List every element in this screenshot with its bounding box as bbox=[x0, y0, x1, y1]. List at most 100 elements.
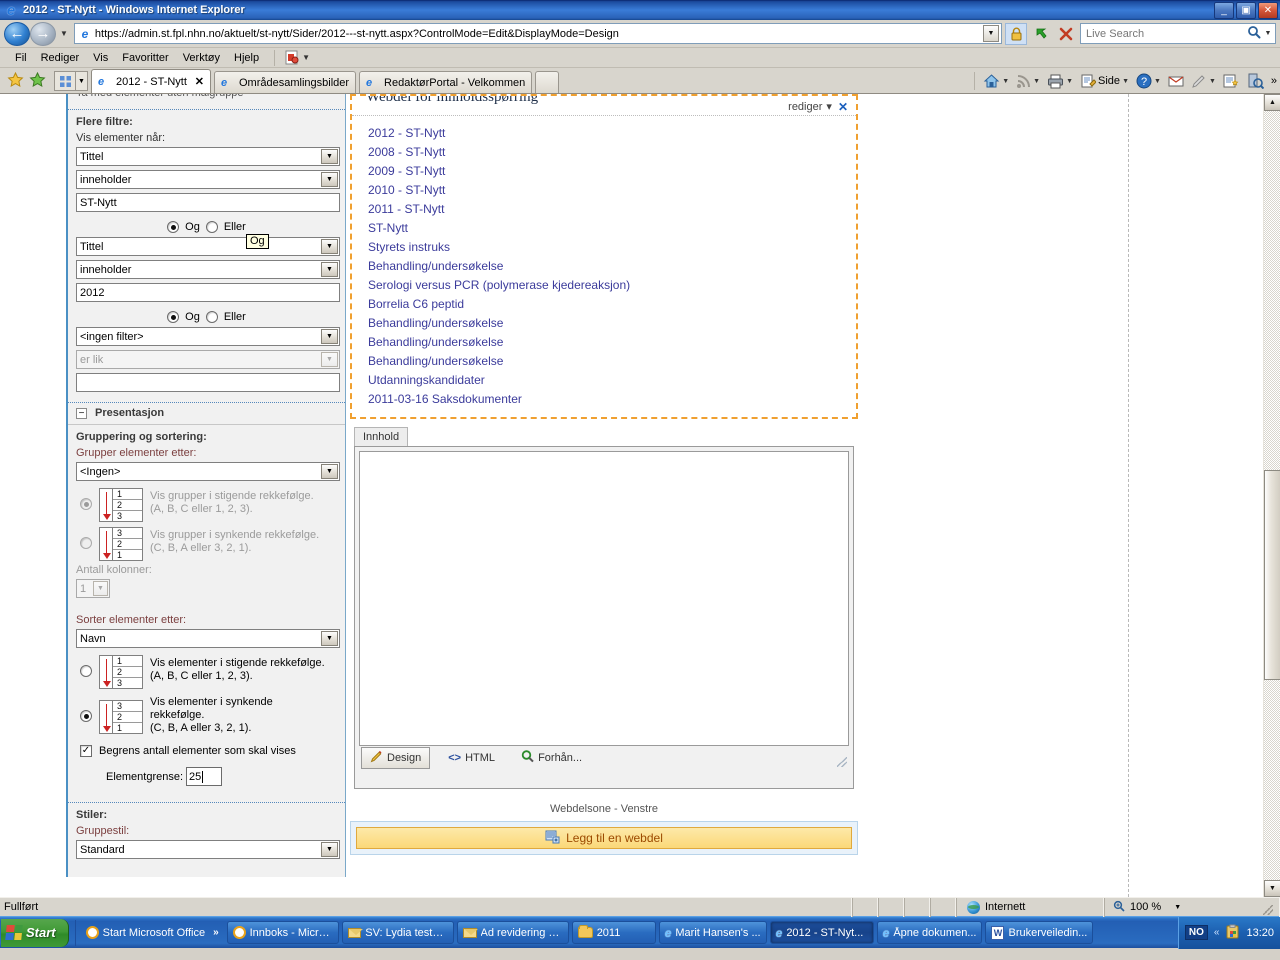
filter-3-field-select[interactable]: <ingen filter> ▼ bbox=[76, 327, 340, 346]
list-item[interactable]: 2008 - ST-Nytt bbox=[368, 143, 856, 162]
sort-order-ascending-option[interactable]: 1 2 3 Vis elementer i stigende rekkefølg… bbox=[68, 652, 345, 691]
sort-ascending-radio[interactable] bbox=[80, 665, 92, 677]
tab-redaktorportal[interactable]: e RedaktørPortal - Velkommen bbox=[359, 71, 533, 93]
menu-item-vis[interactable]: Vis bbox=[86, 50, 115, 66]
chevron-down-icon[interactable]: ▼ bbox=[321, 149, 338, 164]
chevron-down-icon[interactable]: ▼ bbox=[321, 842, 338, 857]
conjunction-1-and-radio[interactable] bbox=[167, 221, 180, 233]
filter-2-field-select[interactable]: Tittel ▼ bbox=[76, 237, 340, 256]
pdf-toolbar-icon[interactable] bbox=[283, 50, 301, 66]
chevron-down-icon[interactable]: ▼ bbox=[321, 172, 338, 187]
start-button[interactable]: Start bbox=[1, 918, 69, 947]
list-item[interactable]: Behandling/undersøkelse bbox=[368, 333, 856, 352]
menu-item-rediger[interactable]: Rediger bbox=[34, 50, 87, 66]
quick-launch-office-item[interactable]: Start Microsoft Office bbox=[82, 924, 210, 941]
editor-html-tab[interactable]: <> HTML bbox=[440, 750, 503, 766]
search-input[interactable]: Live Search bbox=[1083, 28, 1245, 40]
list-item[interactable]: 2012 - ST-Nytt bbox=[368, 124, 856, 143]
restore-button[interactable]: ▣ bbox=[1236, 1, 1256, 19]
mail-button[interactable] bbox=[1165, 73, 1187, 90]
chevron-down-icon[interactable]: ▼ bbox=[321, 239, 338, 254]
url-dropdown-icon[interactable]: ▼ bbox=[983, 25, 999, 42]
security-lock-icon[interactable] bbox=[1005, 22, 1027, 45]
taskbar-item-innboks[interactable]: Innboks - Micro... bbox=[226, 921, 339, 944]
forward-button[interactable]: → bbox=[30, 21, 56, 46]
conjunction-2-or-radio[interactable] bbox=[205, 311, 218, 323]
list-item[interactable]: Styrets instruks bbox=[368, 238, 856, 257]
home-button[interactable]: ▼ bbox=[980, 71, 1012, 91]
list-item[interactable]: Behandling/undersøkelse bbox=[368, 257, 856, 276]
editor-canvas[interactable] bbox=[359, 451, 849, 746]
menu-item-fil[interactable]: Fil bbox=[8, 50, 34, 66]
research-button[interactable] bbox=[1244, 71, 1267, 91]
editor-preview-tab[interactable]: Forhån... bbox=[513, 748, 590, 768]
window-resize-grip[interactable] bbox=[1261, 898, 1275, 917]
toolbar-overflow-button[interactable]: » bbox=[1268, 73, 1280, 89]
page-dropdown-icon[interactable]: ▼ bbox=[1122, 78, 1129, 85]
quick-tabs-button[interactable] bbox=[54, 71, 76, 91]
tray-expand-icon[interactable]: « bbox=[1214, 927, 1220, 938]
collapse-toggle-icon[interactable]: − bbox=[76, 407, 87, 419]
page-menu-button[interactable]: Side ▼ bbox=[1077, 72, 1132, 91]
zoom-dropdown-icon[interactable]: ▼ bbox=[1174, 904, 1181, 911]
taskbar-item-apne-dokumenter[interactable]: e Åpne dokumen... bbox=[876, 921, 983, 944]
chevron-down-icon[interactable]: ▼ bbox=[321, 262, 338, 277]
scroll-down-button[interactable]: ▼ bbox=[1264, 880, 1280, 897]
chevron-down-icon[interactable]: ▼ bbox=[321, 329, 338, 344]
group-by-select[interactable]: <Ingen> ▼ bbox=[76, 462, 340, 481]
language-indicator[interactable]: NO bbox=[1184, 925, 1208, 940]
scroll-up-button[interactable]: ▲ bbox=[1264, 94, 1280, 111]
filter-1-value-input[interactable]: ST-Nytt bbox=[76, 193, 340, 212]
home-dropdown-icon[interactable]: ▼ bbox=[1002, 78, 1009, 85]
list-item[interactable]: Borrelia C6 peptid bbox=[368, 295, 856, 314]
sort-order-descending-option[interactable]: 3 2 1 Vis elementer i synkende rekkefølg… bbox=[68, 691, 345, 737]
pdf-dropdown-icon[interactable]: ▼ bbox=[302, 53, 310, 62]
menu-item-hjelp[interactable]: Hjelp bbox=[227, 50, 266, 66]
group-style-select[interactable]: Standard ▼ bbox=[76, 840, 340, 859]
tab-omradesamlingsbilder[interactable]: e Områdesamlingsbilder bbox=[214, 71, 357, 93]
page-vertical-scrollbar[interactable]: ▲ ▼ bbox=[1263, 94, 1280, 897]
print-dropdown-icon[interactable]: ▼ bbox=[1066, 78, 1073, 85]
tab-innhold[interactable]: Innhold bbox=[354, 427, 409, 446]
search-icon[interactable] bbox=[1245, 25, 1263, 42]
quick-launch-overflow-icon[interactable]: » bbox=[213, 927, 219, 938]
edit-dropdown-icon[interactable]: ▼ bbox=[1209, 78, 1216, 85]
back-button[interactable]: ← bbox=[4, 21, 30, 46]
list-item[interactable]: 2010 - ST-Nytt bbox=[368, 181, 856, 200]
list-item[interactable]: 2011 - ST-Nytt bbox=[368, 200, 856, 219]
presentation-section-header[interactable]: − Presentasjon bbox=[68, 403, 345, 425]
menu-item-verktoy[interactable]: Verktøy bbox=[176, 50, 227, 66]
filter-1-field-select[interactable]: Tittel ▼ bbox=[76, 147, 340, 166]
add-webpart-button[interactable]: Legg til en webdel bbox=[356, 827, 852, 849]
webpart-close-icon[interactable]: ✕ bbox=[838, 100, 856, 114]
list-item[interactable]: ST-Nytt bbox=[368, 219, 856, 238]
sort-descending-radio[interactable] bbox=[80, 710, 92, 722]
tab-close-icon[interactable]: ✕ bbox=[195, 75, 204, 88]
add-to-favorites-icon[interactable] bbox=[26, 69, 48, 91]
conjunction-2-and-radio[interactable] bbox=[167, 311, 180, 323]
zoom-control[interactable]: 100 % ▼ bbox=[1104, 897, 1280, 917]
security-zone-indicator[interactable]: Internett bbox=[956, 897, 1104, 917]
chevron-down-icon[interactable]: ▼ bbox=[321, 464, 338, 479]
editor-design-tab[interactable]: Design bbox=[361, 746, 431, 769]
list-item[interactable]: Serologi versus PCR (polymerase kjederea… bbox=[368, 276, 856, 295]
menu-item-favoritter[interactable]: Favoritter bbox=[115, 50, 175, 66]
resize-grip[interactable] bbox=[837, 757, 847, 767]
chevron-down-icon[interactable]: ▼ bbox=[321, 631, 338, 646]
favorites-center-icon[interactable] bbox=[4, 69, 26, 91]
taskbar-item-2012-st-nytt[interactable]: e 2012 - ST-Nyt... bbox=[769, 921, 874, 944]
filter-1-operator-select[interactable]: inneholder ▼ bbox=[76, 170, 340, 189]
list-item[interactable]: Behandling/undersøkelse bbox=[368, 352, 856, 371]
group-order-descending-option[interactable]: 3 2 1 Vis grupper i synkende rekkefølge.… bbox=[68, 524, 345, 563]
filter-2-value-input[interactable]: 2012 bbox=[76, 283, 340, 302]
tray-clipboard-icon[interactable] bbox=[1225, 924, 1240, 942]
group-ascending-radio[interactable] bbox=[80, 498, 92, 510]
taskbar-item-marit-hansen[interactable]: e Marit Hansen's ... bbox=[658, 921, 767, 944]
minimize-button[interactable]: _ bbox=[1214, 1, 1234, 19]
group-order-ascending-option[interactable]: 1 2 3 Vis grupper i stigende rekkefølge.… bbox=[68, 485, 345, 524]
blog-button[interactable] bbox=[1220, 72, 1243, 91]
help-button[interactable]: ? ▼ bbox=[1133, 71, 1164, 91]
chevron-down-icon[interactable]: ▾ bbox=[826, 100, 832, 113]
tab-list-dropdown-icon[interactable]: ▼ bbox=[76, 71, 88, 91]
webpart-edit-menu[interactable]: rediger ▾ bbox=[788, 100, 838, 114]
